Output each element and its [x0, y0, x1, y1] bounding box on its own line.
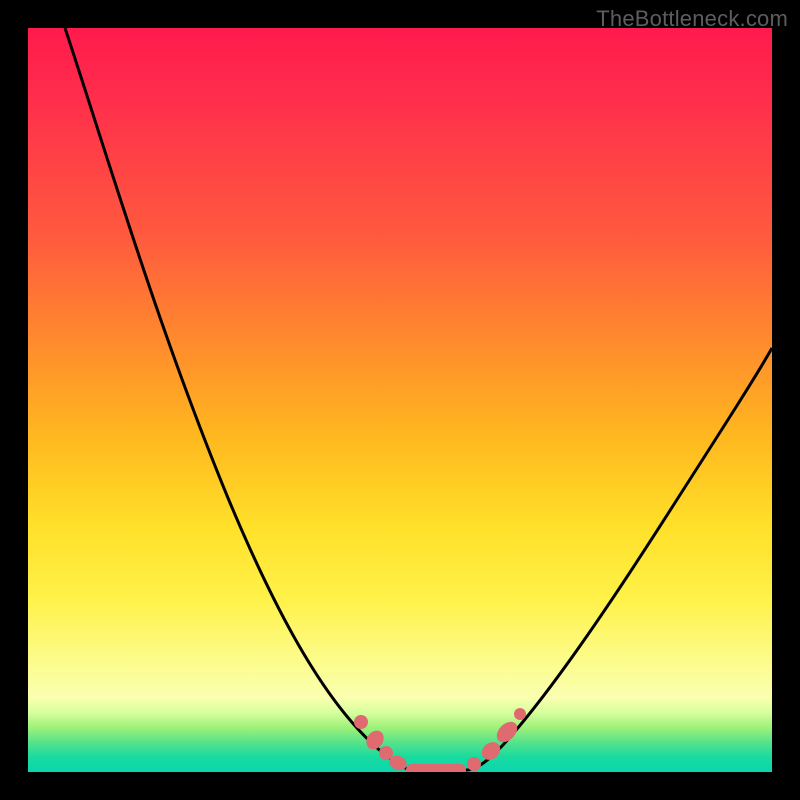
curve-overlay [28, 28, 772, 772]
plot-area [28, 28, 772, 772]
left-curve [65, 28, 410, 770]
chart-root: TheBottleneck.com [0, 0, 800, 800]
right-curve [468, 348, 772, 770]
marker-group [354, 708, 526, 772]
